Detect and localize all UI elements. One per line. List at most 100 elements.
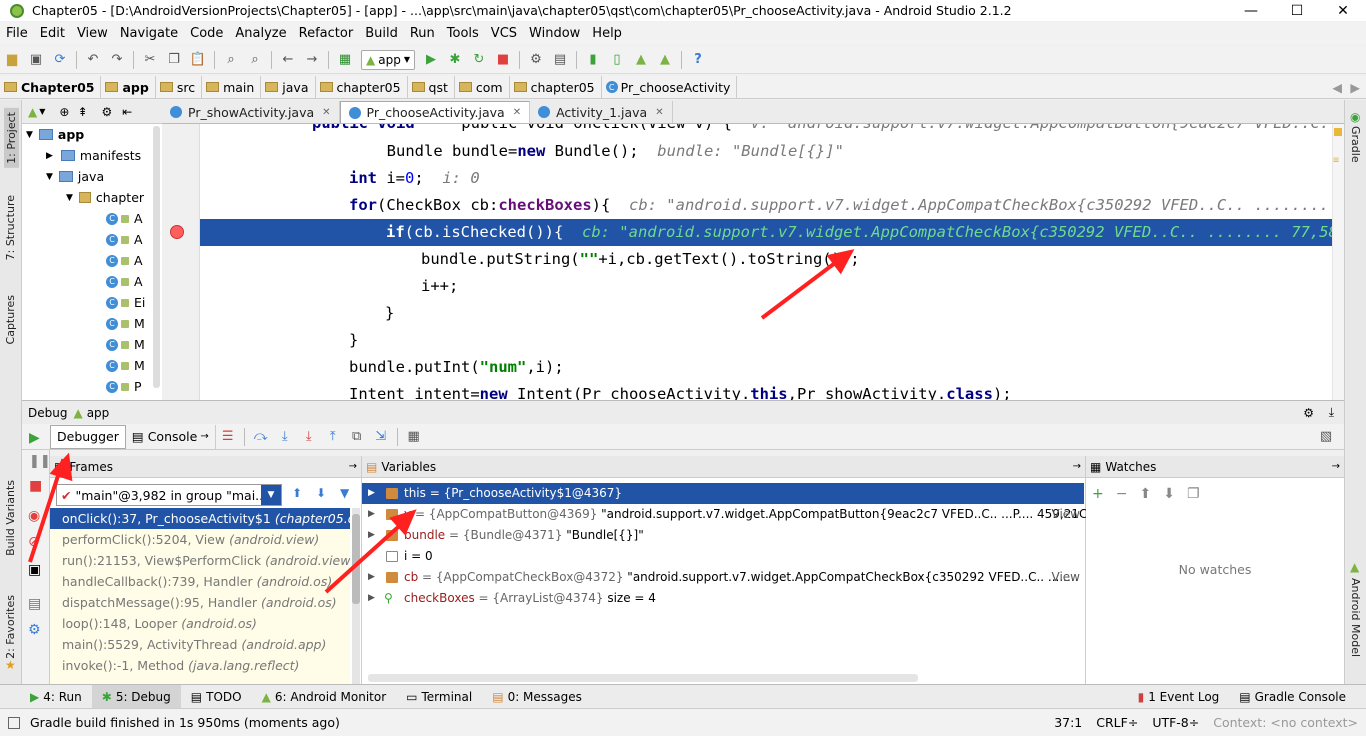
menu-run[interactable]: Run [404,26,441,41]
camera-icon[interactable]: ▣ [28,562,41,578]
pin-icon[interactable]: → [1073,461,1081,472]
breadcrumb-item[interactable]: app [101,75,156,99]
remove-watch-icon[interactable]: − [1116,486,1128,502]
tree-node-class[interactable]: CM [22,355,162,376]
menu-refactor[interactable]: Refactor [293,26,360,41]
tab-android-monitor[interactable]: ▲ 6: Android Monitor [252,685,397,709]
menu-window[interactable]: Window [523,26,586,41]
breadcrumb-item[interactable]: chapter05 [510,75,602,99]
frame-down-icon[interactable]: ⬇ [316,486,326,500]
settings-gear-icon[interactable]: ⚙ [28,622,41,638]
frame-item[interactable]: main():5529, ActivityThread (android.app… [50,634,350,655]
caret-position[interactable]: 37:1 [1054,715,1082,730]
android-sdk-icon[interactable]: ▲ [656,51,674,69]
close-tab-icon[interactable]: ✕ [322,107,330,118]
tab-terminal[interactable]: ▭ Terminal [396,685,482,709]
tree-node-class[interactable]: CA [22,229,162,250]
breadcrumb-item[interactable]: java [261,75,316,99]
copy-icon[interactable]: ❐ [165,51,183,69]
debug-icon[interactable]: ✱ [446,51,464,69]
tab-activity-1[interactable]: Activity_1.java ✕ [530,101,673,123]
menu-build[interactable]: Build [359,26,404,41]
view-breakpoints-icon[interactable]: ◉ [28,508,40,524]
add-watch-icon[interactable]: + [1092,486,1104,502]
stop-icon[interactable]: ■ [494,51,512,69]
scroll-from-source-icon[interactable]: ⊕ [59,105,69,119]
tree-node-class[interactable]: CM [22,313,162,334]
tool-window-project[interactable]: 1: Project [4,108,19,168]
breadcrumb-item[interactable]: main [202,75,262,99]
tree-node-class[interactable]: CA [22,271,162,292]
pause-icon[interactable]: ❚❚ [29,454,51,469]
sdk-manager-icon[interactable]: ▤ [551,51,569,69]
move-down-icon[interactable]: ⬇ [1163,486,1175,502]
find-icon[interactable]: ⌕ [222,51,240,69]
menu-file[interactable]: File [0,26,34,41]
variable-row[interactable]: ▶ v = {AppCompatButton@4369} "android.sup… [362,504,1099,525]
undo-icon[interactable]: ↶ [84,51,102,69]
tab-messages[interactable]: ▤ 0: Messages [482,685,592,709]
frame-item[interactable]: invoke():-1, Method (java.lang.reflect) [50,655,350,676]
minimize-button[interactable]: — [1228,0,1274,21]
status-toggle-icon[interactable] [8,716,20,729]
line-separator[interactable]: CRLF÷ [1096,715,1138,730]
frame-item[interactable]: dispatchMessage():95, Handler (android.o… [50,592,350,613]
breakpoint-icon[interactable] [170,225,184,239]
run-icon[interactable]: ▶ [422,51,440,69]
tab-debugger[interactable]: Debugger [50,424,126,449]
tree-node-class[interactable]: CP [22,376,162,397]
expand-arrow-icon[interactable]: ▶ [368,588,375,609]
expand-arrow-icon[interactable]: ▶ [368,483,375,504]
variable-row[interactable]: ▶ cb = {AppCompatCheckBox@4372} "android.… [362,567,1084,588]
help-icon[interactable]: ? [689,51,707,69]
tree-node-class[interactable]: C Ei [22,292,162,313]
device-monitor-icon[interactable]: ▯ [608,51,626,69]
step-out-icon[interactable]: ⤒ [324,428,342,446]
code-editor[interactable]: public void public void onClick(View v) … [162,124,1344,400]
hide-panel-icon[interactable]: ⇤ [122,105,132,119]
tree-node-package[interactable]: ▼ chapter [22,187,162,208]
breadcrumb-item[interactable]: qst [408,75,455,99]
frame-item[interactable]: loop():148, Looper (android.os) [50,613,350,634]
hide-panel-icon[interactable]: ⤓ [1329,405,1334,420]
menu-navigate[interactable]: Navigate [114,26,184,41]
settings-gear-icon[interactable]: ⚙ [102,105,113,119]
step-into-icon[interactable]: ⤓ [276,428,294,446]
android-view-icon[interactable]: ▲ [28,105,37,119]
apply-changes-icon[interactable]: ↻ [470,51,488,69]
tool-window-gradle[interactable]: Gradle [1349,126,1362,163]
editor-gutter[interactable] [162,124,200,400]
move-up-icon[interactable]: ⬆ [1139,486,1151,502]
menu-code[interactable]: Code [184,26,229,41]
frame-item[interactable]: run():21153, View$PerformClick (android.… [50,550,350,571]
tab-gradle-console[interactable]: ▤ Gradle Console [1229,685,1356,709]
tree-node-java[interactable]: ▼ java [22,166,162,187]
evaluate-expression-icon[interactable]: ▦ [405,428,423,446]
breadcrumb-more-icon[interactable]: ◀ [1332,80,1342,95]
tab-pr-showactivity[interactable]: Pr_showActivity.java ✕ [162,101,340,123]
project-structure-icon[interactable]: ⚙ [527,51,545,69]
maximize-button[interactable]: ☐ [1274,0,1320,21]
tab-pr-chooseactivity[interactable]: Pr_chooseActivity.java ✕ [339,101,531,123]
frame-item[interactable]: onClick():37, Pr_chooseActivity$1 (chapt… [50,508,350,529]
paste-icon[interactable]: 📋 [189,51,207,69]
duplicate-icon[interactable]: ❐ [1187,486,1200,502]
collapse-all-icon[interactable]: ⇞ [77,105,87,119]
menu-vcs[interactable]: VCS [485,26,523,41]
tree-node-class[interactable]: CA [22,250,162,271]
tree-node-app[interactable]: ▼ app [22,124,162,145]
menu-help[interactable]: Help [586,26,628,41]
tool-window-structure[interactable]: 7: Structure [4,195,17,260]
settings-gear-icon[interactable]: ⚙ [1303,406,1314,420]
variable-row[interactable]: ▶ ⚲ checkBoxes = {ArrayList@4374} size = 4 [362,588,1084,609]
variable-row[interactable]: ▶ bundle = {Bundle@4371} "Bundle[{}]" [362,525,1084,546]
pin-icon[interactable]: → [1332,461,1340,472]
tab-event-log[interactable]: ▮ 1 Event Log [1128,685,1230,709]
expand-arrow-icon[interactable]: ▼ [46,172,53,182]
expand-arrow-icon[interactable]: ▼ [66,193,73,203]
avd-manager-icon[interactable]: ▮ [584,51,602,69]
breadcrumb-item[interactable]: C Pr_chooseActivity [602,75,738,99]
tree-scrollbar[interactable] [153,126,160,388]
save-icon[interactable]: ▣ [27,51,45,69]
menu-view[interactable]: View [71,26,114,41]
